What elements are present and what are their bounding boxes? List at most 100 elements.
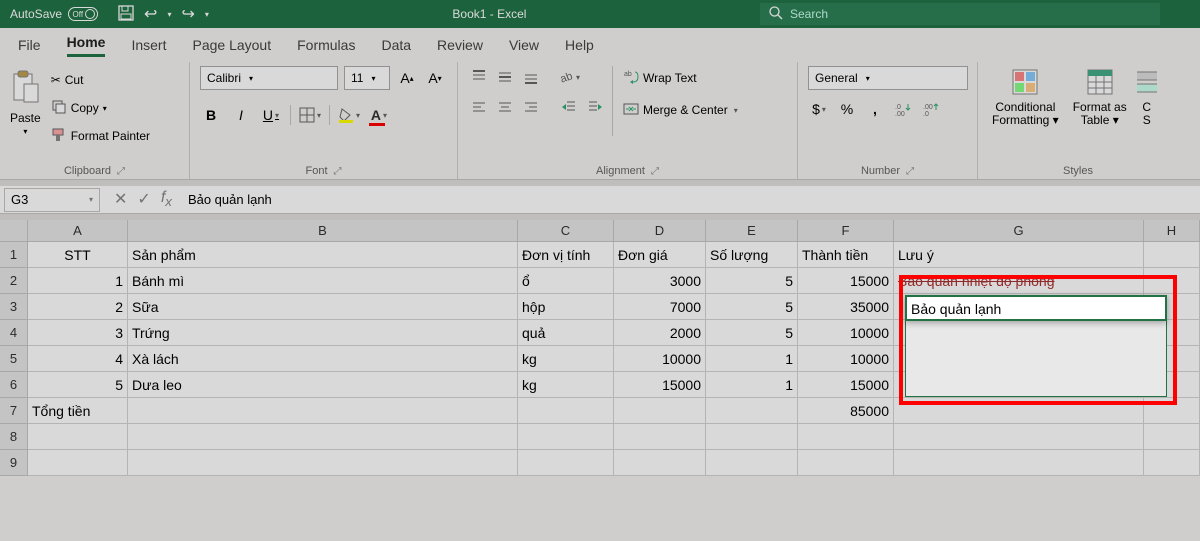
formula-bar: G3▾ ✕ ✓ fx Bảo quản lạnh — [0, 186, 1200, 214]
enter-icon[interactable]: ✓ — [137, 189, 150, 209]
table-row[interactable]: 9 — [0, 450, 1200, 476]
comma-button[interactable]: , — [864, 98, 886, 120]
underline-button[interactable]: U — [260, 104, 282, 126]
italic-button[interactable]: I — [230, 104, 252, 126]
format-painter-button[interactable]: Format Painter — [47, 124, 154, 148]
ribbon-tabs: File Home Insert Page Layout Formulas Da… — [0, 28, 1200, 62]
cancel-icon[interactable]: ✕ — [114, 189, 127, 209]
search-placeholder: Search — [790, 7, 828, 21]
table-icon — [1086, 68, 1114, 99]
cut-button[interactable]: ✂Cut — [47, 68, 154, 92]
svg-text:ab: ab — [624, 71, 632, 78]
tab-page-layout[interactable]: Page Layout — [192, 37, 271, 53]
outdent-icon[interactable] — [558, 96, 580, 118]
currency-button[interactable]: $ — [808, 98, 830, 120]
undo-dropdown[interactable]: ▾ — [167, 10, 171, 19]
col-header-B[interactable]: B — [128, 220, 518, 242]
fill-color-icon[interactable] — [338, 104, 360, 126]
table-row[interactable]: 1 STT Sản phẩm Đơn vị tính Đơn giá Số lư… — [0, 242, 1200, 268]
undo-icon[interactable]: ↩ — [144, 4, 157, 24]
table-row[interactable]: 8 — [0, 424, 1200, 450]
format-as-table-button[interactable]: Format asTable ▾ — [1069, 66, 1131, 130]
shrink-font-icon[interactable]: A▾ — [424, 67, 446, 89]
tab-formulas[interactable]: Formulas — [297, 37, 355, 53]
increase-decimal-icon[interactable]: .0.00 — [892, 98, 914, 120]
col-header-A[interactable]: A — [28, 220, 128, 242]
svg-text:.00: .00 — [923, 104, 933, 111]
paste-dropdown[interactable]: ▾ — [23, 127, 27, 136]
autosave-label: AutoSave — [10, 7, 62, 21]
borders-icon[interactable] — [299, 104, 321, 126]
scissors-icon: ✂ — [51, 73, 61, 87]
col-header-C[interactable]: C — [518, 220, 614, 242]
tab-insert[interactable]: Insert — [131, 37, 166, 53]
conditional-formatting-button[interactable]: ConditionalFormatting ▾ — [988, 66, 1063, 130]
autosave-toggle[interactable]: AutoSave Off — [0, 7, 108, 21]
align-bottom-icon[interactable] — [520, 66, 542, 88]
svg-text:.0: .0 — [923, 111, 929, 117]
group-styles: ConditionalFormatting ▾ Format asTable ▾… — [978, 62, 1178, 179]
align-left-icon[interactable] — [468, 96, 490, 118]
col-header-G[interactable]: G — [894, 220, 1144, 242]
cond-format-icon — [1011, 68, 1039, 99]
tab-view[interactable]: View — [509, 37, 539, 53]
qat-more[interactable]: ▾ — [205, 10, 209, 19]
font-color-icon[interactable]: A — [368, 104, 390, 126]
row-header[interactable]: 1 — [0, 242, 28, 268]
search-icon — [768, 5, 784, 24]
active-cell-G3[interactable]: Bảo quản lạnh — [905, 295, 1167, 321]
col-header-E[interactable]: E — [706, 220, 798, 242]
tab-review[interactable]: Review — [437, 37, 483, 53]
alignment-launcher-icon[interactable]: ⤢ — [651, 166, 659, 177]
formula-input[interactable]: Bảo quản lạnh — [182, 192, 1200, 207]
font-name-combo[interactable]: Calibri▾ — [200, 66, 338, 90]
tab-home[interactable]: Home — [67, 34, 106, 57]
group-font: Calibri▾ 11▾ A▴ A▾ B I U A Font⤢ — [190, 62, 458, 179]
tab-help[interactable]: Help — [565, 37, 594, 53]
cell-styles-icon — [1137, 68, 1157, 99]
indent-icon[interactable] — [584, 96, 606, 118]
wrap-text-button[interactable]: abWrap Text — [619, 66, 742, 90]
font-launcher-icon[interactable]: ⤢ — [334, 166, 342, 177]
percent-button[interactable]: % — [836, 98, 858, 120]
bold-button[interactable]: B — [200, 104, 222, 126]
name-box[interactable]: G3▾ — [4, 188, 100, 212]
table-row[interactable]: 2 1 Bánh mì ổ 3000 5 15000 Bảo quản nhiệ… — [0, 268, 1200, 294]
copy-button[interactable]: Copy▾ — [47, 96, 154, 120]
search-box[interactable]: Search — [760, 3, 1160, 25]
decrease-decimal-icon[interactable]: .00.0 — [920, 98, 942, 120]
orientation-icon[interactable]: ab — [558, 66, 580, 88]
merge-center-button[interactable]: Merge & Center — [619, 98, 742, 122]
group-alignment: ab abWrap Text Merge & Center — [458, 62, 798, 179]
wrap-icon: ab — [623, 69, 639, 88]
tab-data[interactable]: Data — [381, 37, 411, 53]
number-format-combo[interactable]: General▾ — [808, 66, 968, 90]
merge-icon — [623, 101, 639, 120]
fx-icon[interactable]: fx — [161, 189, 172, 209]
svg-text:.00: .00 — [895, 111, 905, 117]
align-top-icon[interactable] — [468, 66, 490, 88]
svg-text:.0: .0 — [895, 104, 901, 111]
table-row[interactable]: 7 Tổng tiền 85000 — [0, 398, 1200, 424]
paste-icon[interactable] — [10, 70, 40, 109]
ribbon: Paste ▾ ✂Cut Copy▾ Format Painter Clipbo… — [0, 62, 1200, 180]
select-all-corner[interactable] — [0, 220, 28, 242]
group-clipboard: Paste ▾ ✂Cut Copy▾ Format Painter Clipbo… — [0, 62, 190, 179]
save-icon[interactable] — [118, 5, 134, 24]
col-header-D[interactable]: D — [614, 220, 706, 242]
grow-font-icon[interactable]: A▴ — [396, 67, 418, 89]
align-right-icon[interactable] — [520, 96, 542, 118]
brush-icon — [51, 127, 67, 146]
col-header-F[interactable]: F — [798, 220, 894, 242]
paste-label[interactable]: Paste — [10, 111, 41, 125]
tab-file[interactable]: File — [18, 37, 41, 53]
number-launcher-icon[interactable]: ⤢ — [906, 166, 914, 177]
cell-styles-button[interactable]: CS — [1137, 66, 1157, 130]
align-center-icon[interactable] — [494, 96, 516, 118]
col-header-H[interactable]: H — [1144, 220, 1200, 242]
clipboard-launcher-icon[interactable]: ⤢ — [117, 166, 125, 177]
title-bar: AutoSave Off ↩ ▾ ↪ ▾ Book1 - Excel Searc… — [0, 0, 1200, 28]
align-middle-icon[interactable] — [494, 66, 516, 88]
font-size-combo[interactable]: 11▾ — [344, 66, 390, 90]
redo-icon[interactable]: ↪ — [181, 4, 194, 24]
